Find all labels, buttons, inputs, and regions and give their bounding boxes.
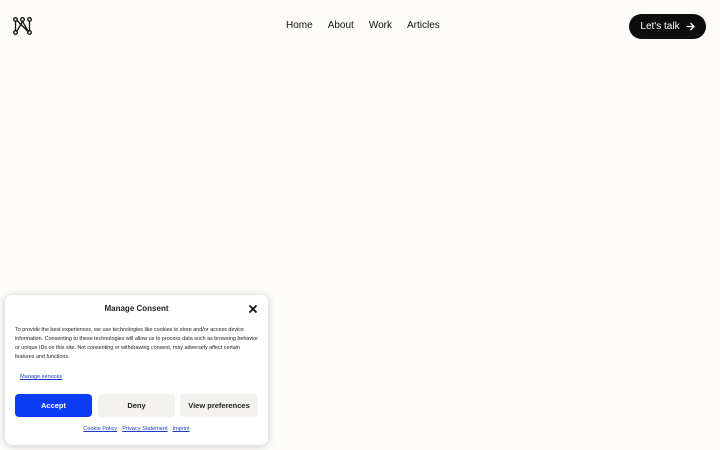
nav-articles-link[interactable]: Articles: [407, 19, 440, 35]
consent-links: Cookie Policy Privacy Statement Imprint: [5, 426, 268, 432]
lets-talk-label: Let's talk: [640, 21, 680, 32]
imprint-link[interactable]: Imprint: [173, 426, 190, 432]
consent-title: Manage Consent: [104, 304, 169, 313]
privacy-statement-link[interactable]: Privacy Statement: [122, 426, 167, 432]
deny-button[interactable]: Deny: [98, 394, 175, 417]
view-preferences-button[interactable]: View preferences: [180, 394, 258, 417]
arrow-right-icon: [686, 22, 695, 31]
consent-dialog: Manage Consent To provide the best exper…: [5, 295, 268, 445]
site-logo-icon[interactable]: [13, 17, 32, 35]
consent-message: To provide the best experiences, we use …: [15, 327, 259, 360]
manage-services-link[interactable]: Manage services: [20, 374, 62, 380]
close-icon[interactable]: [248, 304, 258, 314]
nav-home-link[interactable]: Home: [286, 19, 313, 35]
lets-talk-button[interactable]: Let's talk: [629, 14, 706, 39]
site-header: Home About Work Articles Let's talk: [0, 0, 720, 54]
accept-button[interactable]: Accept: [15, 394, 92, 417]
nav-work-link[interactable]: Work: [369, 19, 392, 35]
main-nav: Home About Work Articles: [286, 19, 440, 35]
nav-about-link[interactable]: About: [328, 19, 354, 35]
cookie-policy-link[interactable]: Cookie Policy: [83, 426, 117, 432]
